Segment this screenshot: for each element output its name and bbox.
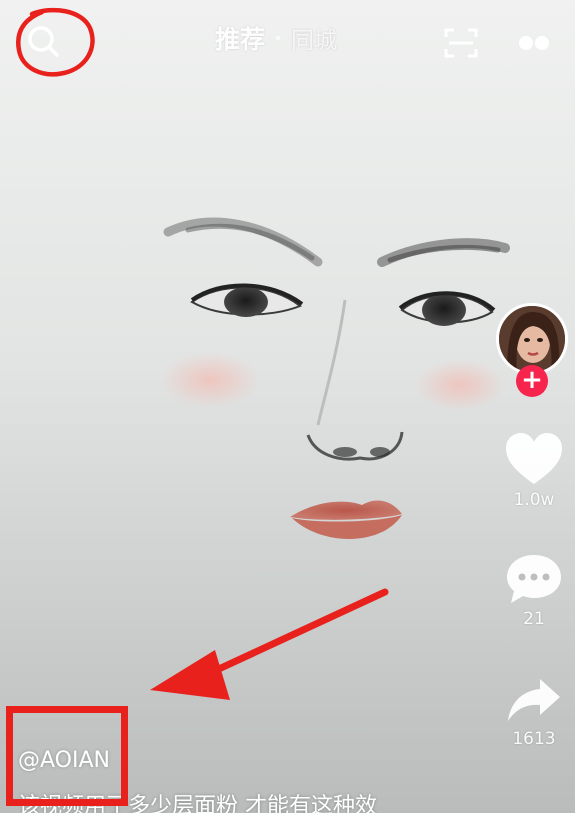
avatar-photo <box>499 306 565 372</box>
comment-icon <box>507 555 561 603</box>
like-button[interactable]: 1.0w <box>498 432 570 510</box>
share-count: 1613 <box>512 729 556 749</box>
feed-tabs: 推荐 同城 <box>215 20 337 56</box>
like-count: 1.0w <box>513 490 555 510</box>
more-button[interactable] <box>516 34 552 52</box>
author-avatar-group: + <box>496 303 568 397</box>
scan-button[interactable] <box>443 26 479 60</box>
scan-icon <box>444 28 478 58</box>
author-name[interactable]: @AOIAN <box>18 748 110 773</box>
comment-count: 21 <box>523 609 545 629</box>
search-button[interactable] <box>24 22 64 62</box>
follow-button[interactable]: + <box>516 365 548 397</box>
video-caption[interactable]: 该视频用了多少层面粉 才能有这种效 <box>18 788 438 813</box>
share-icon <box>508 679 560 721</box>
tab-local[interactable]: 同城 <box>291 21 337 55</box>
comment-button[interactable]: 21 <box>498 553 570 629</box>
tab-recommended[interactable]: 推荐 <box>215 20 265 56</box>
video-frame[interactable] <box>0 0 575 813</box>
share-button[interactable]: 1613 <box>498 677 570 749</box>
heart-icon <box>506 433 562 484</box>
video-content-face <box>160 217 510 539</box>
search-icon <box>28 26 59 57</box>
top-bar: 推荐 同城 <box>0 0 575 80</box>
more-icon <box>519 36 549 50</box>
tab-separator <box>276 36 281 40</box>
